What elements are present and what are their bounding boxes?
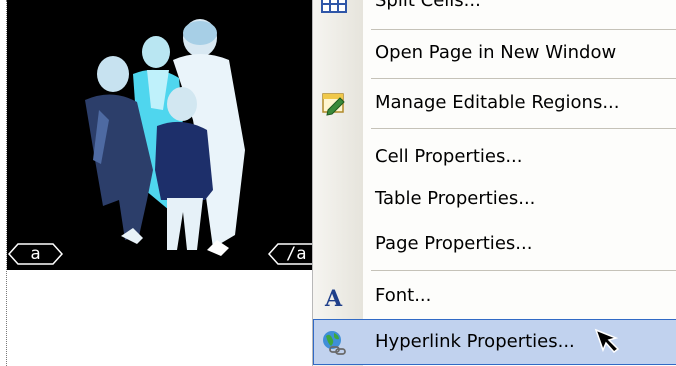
menu-separator: [371, 128, 676, 129]
menu-item-hyperlink-properties[interactable]: Hyperlink Properties...: [313, 319, 676, 365]
context-menu: Split Cells... Open Page in New Window M…: [312, 0, 676, 366]
menu-item-label: Cell Properties...: [375, 146, 523, 167]
editable-regions-icon: [320, 90, 348, 118]
menu-separator: [371, 78, 676, 79]
mouse-cursor-icon: [594, 328, 622, 359]
anchor-open-tag[interactable]: a: [8, 243, 63, 265]
menu-item-label: Font...: [375, 285, 432, 306]
menu-item-table-properties[interactable]: Table Properties...: [313, 176, 676, 222]
hyperlink-icon: [320, 329, 348, 357]
menu-item-page-properties[interactable]: Page Properties...: [313, 221, 676, 267]
menu-item-font[interactable]: A Font...: [313, 273, 676, 319]
menu-item-open-page-new-window[interactable]: Open Page in New Window: [313, 30, 676, 76]
menu-item-label: Split Cells...: [375, 0, 481, 11]
people-photo: [85, 19, 245, 256]
editor-canvas: a /a: [0, 0, 338, 366]
menu-item-cell-properties[interactable]: Cell Properties...: [313, 134, 676, 180]
menu-item-label: Manage Editable Regions...: [375, 92, 620, 113]
menu-separator: [371, 270, 676, 271]
menu-item-manage-editable-regions[interactable]: Manage Editable Regions...: [313, 80, 676, 126]
svg-text:A: A: [324, 286, 343, 311]
menu-item-label: Hyperlink Properties...: [375, 331, 575, 352]
anchor-open-tag-label: a: [30, 244, 41, 264]
menu-item-label: Table Properties...: [375, 188, 536, 209]
hyperlinked-image[interactable]: [7, 0, 318, 270]
menu-item-label: Open Page in New Window: [375, 42, 617, 63]
split-cells-icon: [320, 0, 348, 18]
menu-item-split-cells[interactable]: Split Cells...: [313, 0, 676, 24]
font-icon: A: [320, 283, 348, 311]
menu-item-label: Page Properties...: [375, 233, 533, 254]
